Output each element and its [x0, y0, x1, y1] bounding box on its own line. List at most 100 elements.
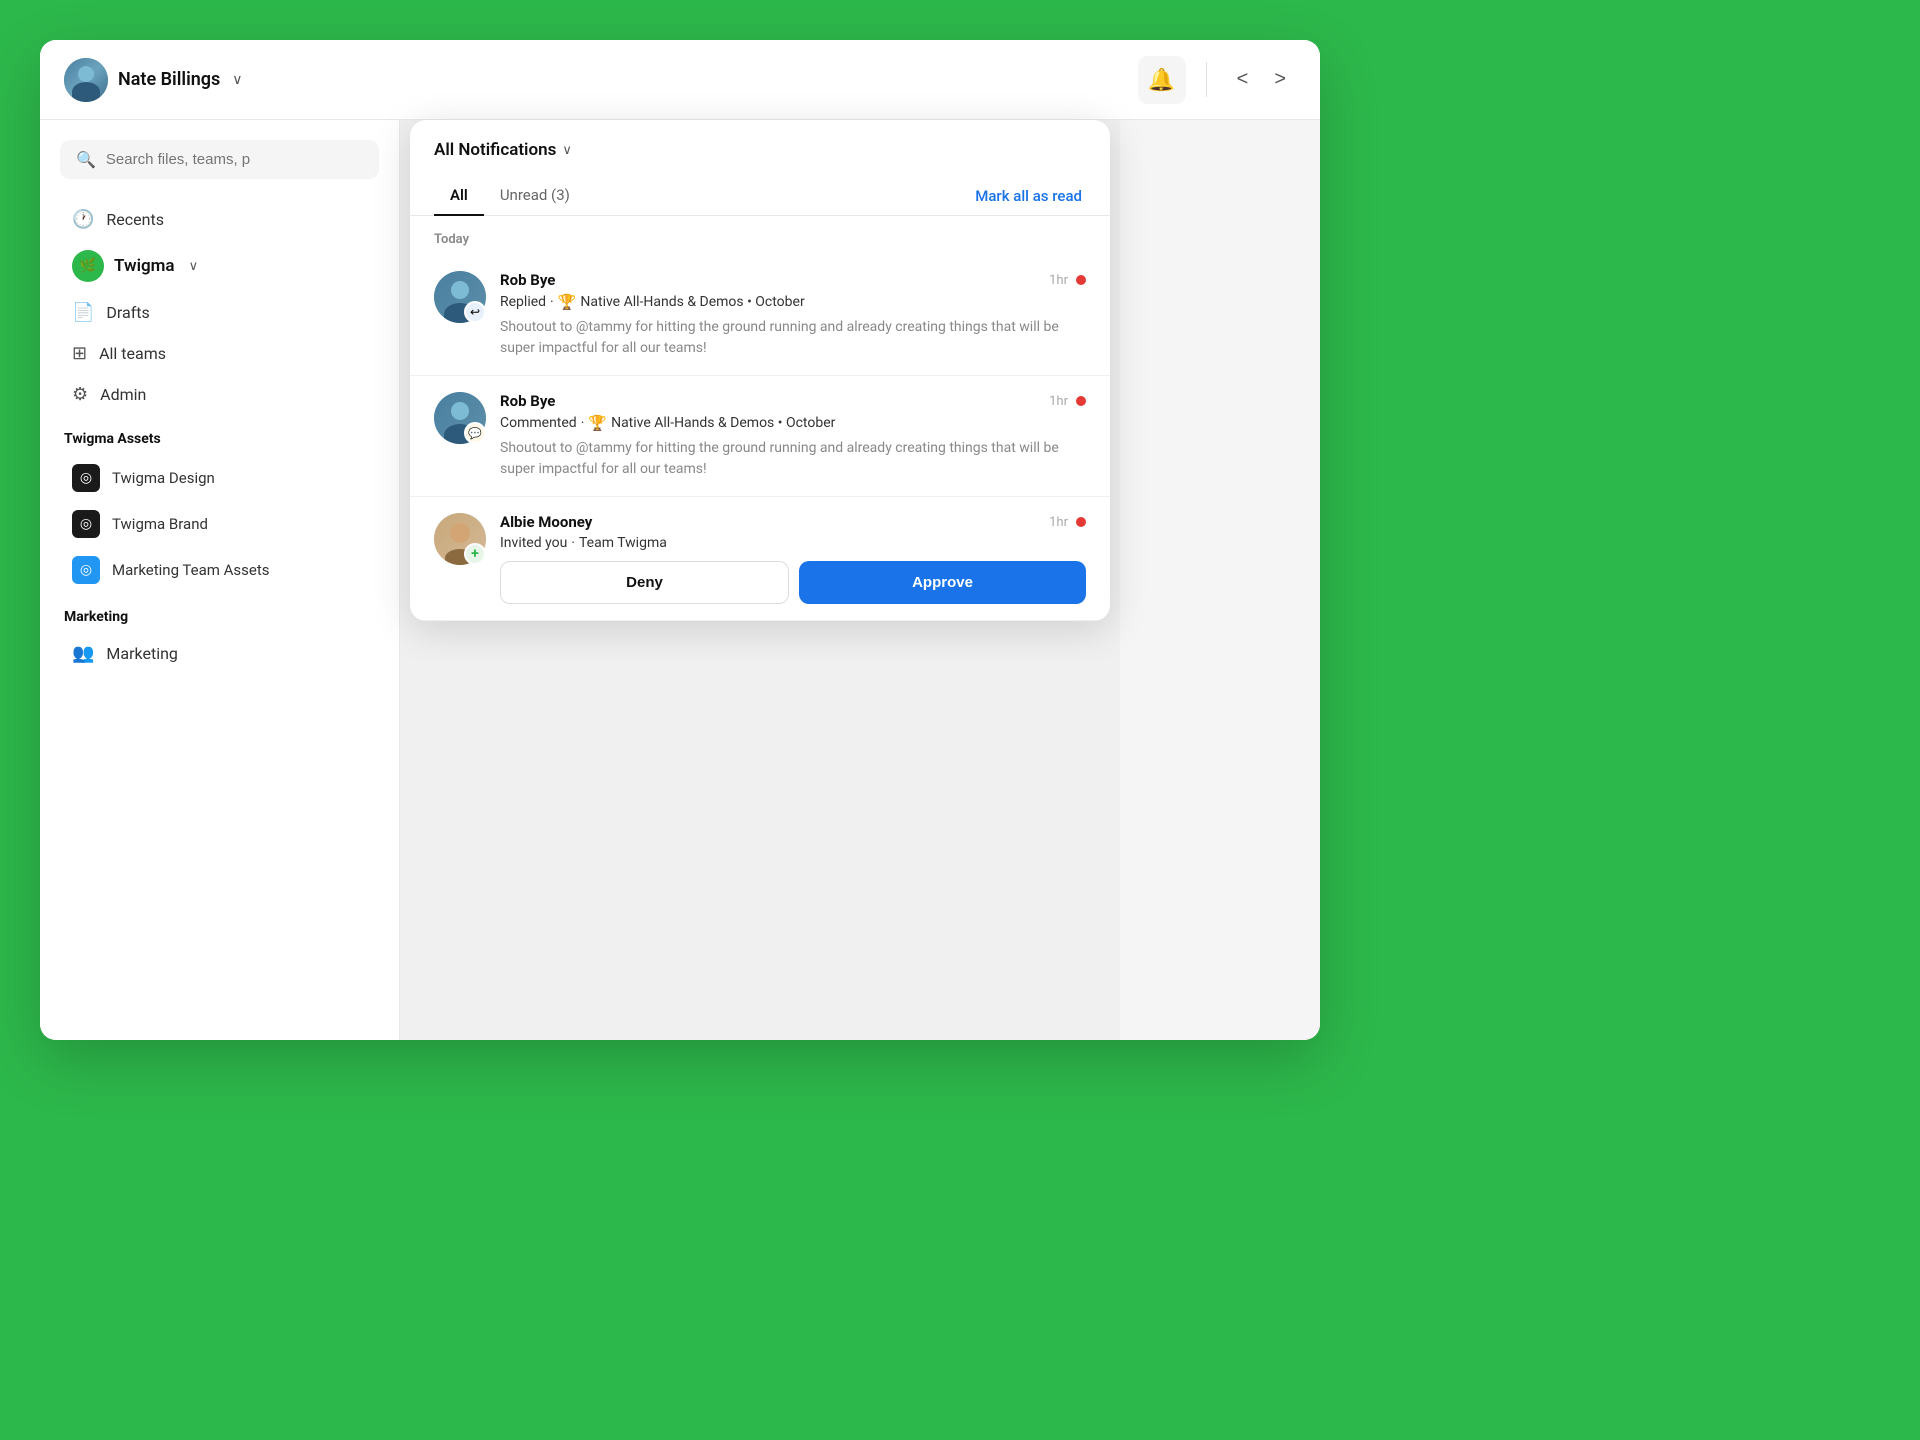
notif-action-2: Commented	[500, 415, 577, 431]
sidebar-item-admin[interactable]: ⚙ Admin	[48, 374, 391, 415]
sidebar-item-drafts-label: Drafts	[106, 303, 149, 322]
notif-actions: Mark all as read	[975, 186, 1086, 205]
notifications-panel: All Notifications ∨ All Unread (3) Mark …	[410, 120, 1110, 621]
tab-unread[interactable]: Unread (3)	[484, 176, 586, 216]
notif-avatar-wrap-2: 💬	[434, 392, 486, 444]
clock-icon: 🕐	[72, 209, 94, 230]
approve-button[interactable]: Approve	[799, 561, 1086, 604]
notif-user-1: Rob Bye	[500, 271, 555, 289]
chevron-down-icon: ∨	[232, 72, 242, 88]
invite-badge-icon: +	[464, 543, 486, 565]
right-panel-partial	[1120, 120, 1320, 1040]
notif-body-text-2: Shoutout to @tammy for hitting the groun…	[500, 438, 1086, 480]
sidebar-item-drafts[interactable]: 📄 Drafts	[48, 292, 391, 333]
notif-meta-2: 1hr	[1049, 394, 1086, 409]
bell-icon: 🔔	[1148, 67, 1175, 93]
notif-emoji-2: 🏆	[588, 414, 607, 432]
bell-button[interactable]: 🔔	[1138, 56, 1186, 104]
reply-badge-icon: ↩	[464, 301, 486, 323]
sidebar-item-recents[interactable]: 🕐 Recents	[48, 199, 391, 240]
notif-meta-3: 1hr	[1049, 515, 1086, 530]
assets-section-header: Twigma Assets	[40, 415, 399, 455]
team-icon-symbol: 🌿	[79, 258, 96, 274]
search-bar[interactable]: 🔍	[60, 140, 379, 179]
people-icon: 👥	[72, 643, 94, 664]
project-icon-twigma-brand: ◎	[72, 510, 100, 538]
nav-back-button[interactable]: <	[1227, 62, 1259, 97]
draft-icon: 📄	[72, 302, 94, 323]
notif-content-2: Rob Bye 1hr Commented · 🏆 Native All-Han…	[500, 392, 1086, 480]
sidebar-project-twigma-brand-label: Twigma Brand	[112, 515, 208, 533]
notif-emoji-1: 🏆	[558, 293, 577, 311]
notif-panel-title: All Notifications	[434, 140, 556, 160]
sidebar-project-twigma-design-label: Twigma Design	[112, 469, 215, 487]
grid-icon: ⊞	[72, 343, 87, 364]
notif-item-3[interactable]: + Albie Mooney 1hr Invited you · Team Tw…	[410, 497, 1110, 621]
unread-dot-2	[1076, 396, 1086, 406]
avatar	[64, 58, 108, 102]
team-chevron-icon: ∨	[189, 259, 199, 274]
sidebar-item-allteams-label: All teams	[99, 344, 166, 363]
nav-forward-button[interactable]: >	[1264, 62, 1296, 97]
unread-dot-1	[1076, 275, 1086, 285]
sidebar-team[interactable]: 🌿 Twigma ∨	[48, 240, 391, 292]
notif-user-2: Rob Bye	[500, 392, 555, 410]
notif-avatar-wrap-3: +	[434, 513, 486, 565]
sidebar-project-twigma-brand[interactable]: ◎ Twigma Brand	[48, 501, 391, 547]
notif-time-3: 1hr	[1049, 515, 1068, 530]
notif-body: Today ↩ Rob Bye 1hr	[410, 216, 1110, 621]
project-icon-marketing: ◎	[72, 556, 100, 584]
notif-avatar-wrap-1: ↩	[434, 271, 486, 323]
sidebar-project-marketing[interactable]: ◎ Marketing Team Assets	[48, 547, 391, 593]
notif-project-2: Native All-Hands & Demos • October	[611, 415, 835, 431]
team-name: Twigma	[114, 256, 175, 276]
notif-tabs-row: All Unread (3) Mark all as read	[434, 176, 1086, 215]
search-icon: 🔍	[76, 150, 96, 169]
notif-dot-3: ·	[571, 535, 575, 551]
notif-item-2[interactable]: 💬 Rob Bye 1hr Commented · 🏆 Na	[410, 376, 1110, 497]
tab-all[interactable]: All	[434, 176, 484, 216]
deny-button[interactable]: Deny	[500, 561, 789, 604]
top-bar: Nate Billings ∨ 🔔 < >	[40, 40, 1320, 120]
notif-header: All Notifications ∨ All Unread (3) Mark …	[410, 120, 1110, 216]
project-icon-twigma-design: ◎	[72, 464, 100, 492]
notif-subtitle-2: Commented · 🏆 Native All-Hands & Demos •…	[500, 414, 1086, 432]
notif-project-1: Native All-Hands & Demos • October	[580, 294, 804, 310]
notif-content-1: Rob Bye 1hr Replied · 🏆 Native All-Hands…	[500, 271, 1086, 359]
notif-body-text-1: Shoutout to @tammy for hitting the groun…	[500, 317, 1086, 359]
notif-top-row-1: Rob Bye 1hr	[500, 271, 1086, 289]
notif-content-3: Albie Mooney 1hr Invited you · Team Twig…	[500, 513, 1086, 604]
mark-all-read-button[interactable]: Mark all as read	[975, 177, 1082, 215]
notif-date-header: Today	[410, 216, 1110, 255]
team-icon: 🌿	[72, 250, 104, 282]
sidebar-item-marketing-team[interactable]: 👥 Marketing	[48, 633, 391, 674]
notif-action-1: Replied	[500, 294, 546, 310]
notif-action-3: Invited you	[500, 535, 567, 551]
sidebar-item-allteams[interactable]: ⊞ All teams	[48, 333, 391, 374]
marketing-section-header: Marketing	[40, 593, 399, 633]
notif-top-row-2: Rob Bye 1hr	[500, 392, 1086, 410]
nav-arrows: < >	[1206, 62, 1296, 97]
notif-dot-1: ·	[550, 294, 554, 310]
notif-user-3: Albie Mooney	[500, 513, 592, 531]
sidebar-project-twigma-design[interactable]: ◎ Twigma Design	[48, 455, 391, 501]
sidebar-item-admin-label: Admin	[100, 385, 146, 404]
notif-dot-2: ·	[581, 415, 585, 431]
notif-chevron-icon[interactable]: ∨	[562, 143, 572, 158]
user-name: Nate Billings	[118, 69, 220, 90]
admin-icon: ⚙	[72, 384, 88, 405]
sidebar-item-marketing-label: Marketing	[106, 644, 177, 663]
search-input[interactable]	[106, 151, 363, 168]
notif-invite-row: Deny Approve	[500, 561, 1086, 604]
notif-subtitle-3: Invited you · Team Twigma	[500, 535, 1086, 551]
sidebar-item-recents-label: Recents	[106, 210, 164, 229]
notif-time-2: 1hr	[1049, 394, 1068, 409]
notif-meta-1: 1hr	[1049, 273, 1086, 288]
notif-top-row-3: Albie Mooney 1hr	[500, 513, 1086, 531]
app-window: Nate Billings ∨ 🔔 < > 🔍 🕐 Recents	[40, 40, 1320, 1040]
unread-dot-3	[1076, 517, 1086, 527]
notif-subtitle-1: Replied · 🏆 Native All-Hands & Demos • O…	[500, 293, 1086, 311]
notif-item-1[interactable]: ↩ Rob Bye 1hr Replied · 🏆 Nativ	[410, 255, 1110, 376]
sidebar: 🔍 🕐 Recents 🌿 Twigma ∨ 📄 Drafts ⊞ A	[40, 120, 400, 1040]
user-section[interactable]: Nate Billings ∨	[64, 58, 243, 102]
